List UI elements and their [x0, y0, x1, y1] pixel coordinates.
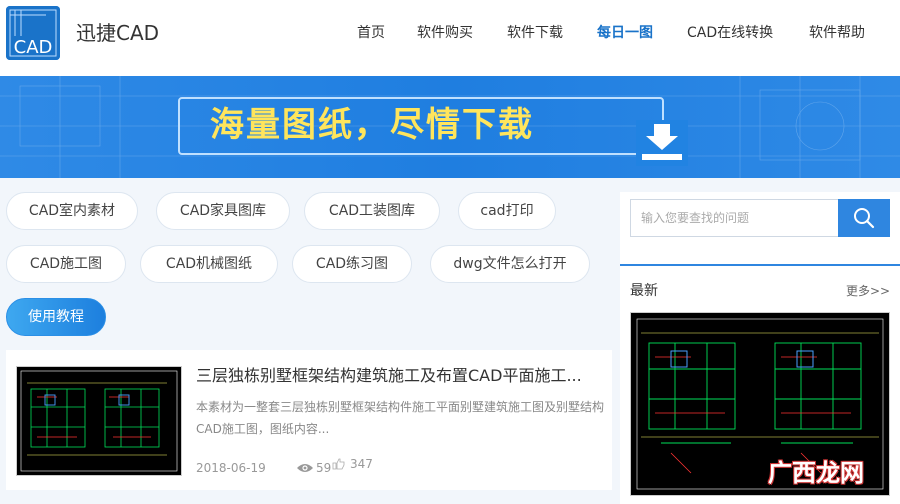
banner-headline: 海量图纸，尽情下载 [210, 105, 534, 145]
latest-heading: 最新 [630, 283, 658, 299]
article-description: 本素材为一整套三层独栋别墅框架结构件施工平面别墅建筑施工图及别墅结构CAD施工图… [196, 400, 605, 436]
nav-online-convert[interactable]: CAD在线转换 [687, 22, 773, 44]
tag-cad-print[interactable]: cad打印 [458, 192, 556, 230]
article-card[interactable]: 三层独栋别墅框架结构建筑施工及布置CAD平面施工... 本素材为一整套三层独栋别… [6, 350, 612, 490]
watermark: 广西龙网 [768, 459, 864, 487]
tag-tutorial[interactable]: 使用教程 [6, 298, 106, 336]
site-header: CAD 迅捷CAD 首页 软件购买 软件下载 每日一图 CAD在线转换 软件帮助 [0, 0, 900, 76]
hero-banner[interactable]: 海量图纸，尽情下载 [0, 76, 900, 178]
eye-icon [297, 464, 313, 472]
logo[interactable]: CAD [6, 6, 60, 60]
article-views: 59 [296, 460, 331, 476]
nav-buy[interactable]: 软件购买 [417, 22, 473, 44]
nav-help[interactable]: 软件帮助 [809, 22, 865, 44]
article-date: 2018-06-19 [196, 461, 266, 475]
nav-daily-drawing[interactable]: 每日一图 [597, 22, 653, 44]
search-icon [854, 208, 875, 229]
tag-mechanical-drawing[interactable]: CAD机械图纸 [140, 245, 278, 283]
cad-drawing-thumbnail [17, 367, 181, 475]
nav-download[interactable]: 软件下载 [507, 22, 563, 44]
nav-home[interactable]: 首页 [357, 22, 385, 44]
tag-interior-material[interactable]: CAD室内素材 [6, 192, 138, 230]
thumbs-up-icon [332, 458, 345, 470]
tag-furniture-library[interactable]: CAD家具图库 [156, 192, 290, 230]
article-likes-count: 347 [350, 457, 373, 471]
tag-construction-drawing[interactable]: CAD施工图 [6, 245, 126, 283]
article-title[interactable]: 三层独栋别墅框架结构建筑施工及布置CAD平面施工... [196, 364, 604, 388]
tag-practice-drawing[interactable]: CAD练习图 [292, 245, 412, 283]
logo-text: CAD [14, 37, 53, 58]
sidebar-divider [620, 264, 900, 266]
article-thumbnail[interactable] [16, 366, 182, 476]
site-name[interactable]: 迅捷CAD [76, 20, 159, 46]
logo-cad-icon: CAD [6, 6, 60, 60]
search-box [630, 199, 890, 239]
search-button[interactable] [838, 199, 890, 237]
tag-open-dwg[interactable]: dwg文件怎么打开 [430, 245, 590, 283]
article-views-count: 59 [316, 461, 332, 475]
tag-tooling-library[interactable]: CAD工装图库 [304, 192, 440, 230]
download-icon [636, 120, 688, 166]
article-likes[interactable]: 347 [332, 456, 373, 472]
search-input[interactable] [630, 199, 840, 237]
more-link[interactable]: 更多>> [846, 282, 890, 300]
